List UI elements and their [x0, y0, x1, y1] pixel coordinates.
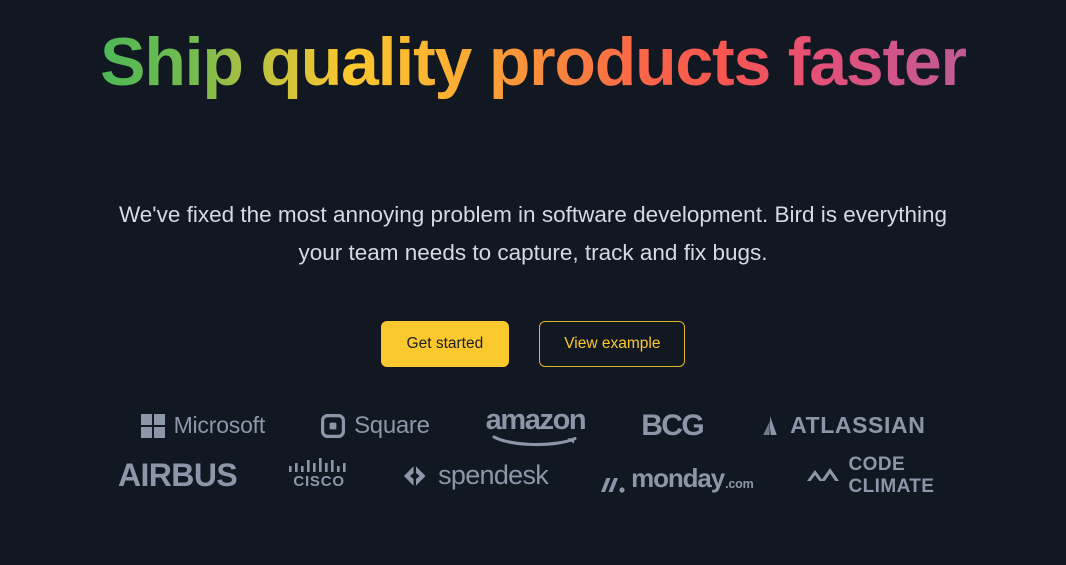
logo-spendesk: spendesk — [401, 458, 549, 494]
logo-monday: monday .com — [600, 458, 754, 494]
logo-airbus: AIRBUS — [118, 457, 238, 494]
cta-button-group: Get started View example — [380, 272, 686, 367]
cisco-bars-icon — [289, 457, 349, 472]
logo-atlassian: ATLASSIAN — [759, 408, 925, 444]
customer-logo-cloud: Microsoft Square amazon BCG ATLASSIAN AI… — [118, 367, 948, 497]
logo-microsoft: Microsoft — [140, 408, 266, 444]
microsoft-squares-icon — [140, 413, 165, 438]
logo-label-atlassian: ATLASSIAN — [790, 412, 926, 439]
logo-label-bcg: BCG — [641, 408, 704, 442]
hero-section: Ship quality products faster We've fixed… — [0, 0, 1066, 565]
get-started-button[interactable]: Get started — [380, 321, 510, 367]
view-example-button[interactable]: View example — [539, 321, 686, 367]
logo-bcg: BCG — [641, 408, 704, 444]
monday-slashes-icon — [600, 474, 626, 494]
amazon-swoosh-icon: amazon — [485, 404, 587, 447]
hero-subtitle: We've fixed the most annoying problem in… — [118, 202, 948, 266]
logo-label-monday: monday — [631, 462, 725, 493]
logo-label-square: Square — [354, 411, 430, 439]
square-logo-icon — [321, 413, 346, 438]
page-title: Ship quality products faster — [100, 0, 967, 102]
logo-square: Square — [321, 408, 430, 444]
atlassian-a-icon — [759, 415, 781, 437]
logo-label-amazon: amazon — [485, 404, 587, 437]
logo-label-monday-tld: .com — [725, 476, 754, 491]
logo-row-2: AIRBUS CISCO spendesk monday .com CODE C… — [118, 454, 948, 497]
spendesk-chevrons-icon — [401, 464, 429, 488]
code-climate-mountains-icon — [806, 466, 840, 486]
logo-label-airbus: AIRBUS — [118, 457, 238, 494]
logo-amazon: amazon — [486, 404, 587, 447]
logo-row-1: Microsoft Square amazon BCG ATLASSIAN — [118, 404, 948, 447]
logo-label-cisco: CISCO — [293, 472, 345, 490]
logo-cisco: CISCO — [289, 457, 349, 494]
logo-label-code-climate: CODE CLIMATE — [848, 453, 935, 497]
logo-label-microsoft: Microsoft — [173, 412, 266, 439]
logo-label-spendesk: spendesk — [438, 460, 549, 491]
logo-code-climate: CODE CLIMATE — [806, 454, 948, 497]
